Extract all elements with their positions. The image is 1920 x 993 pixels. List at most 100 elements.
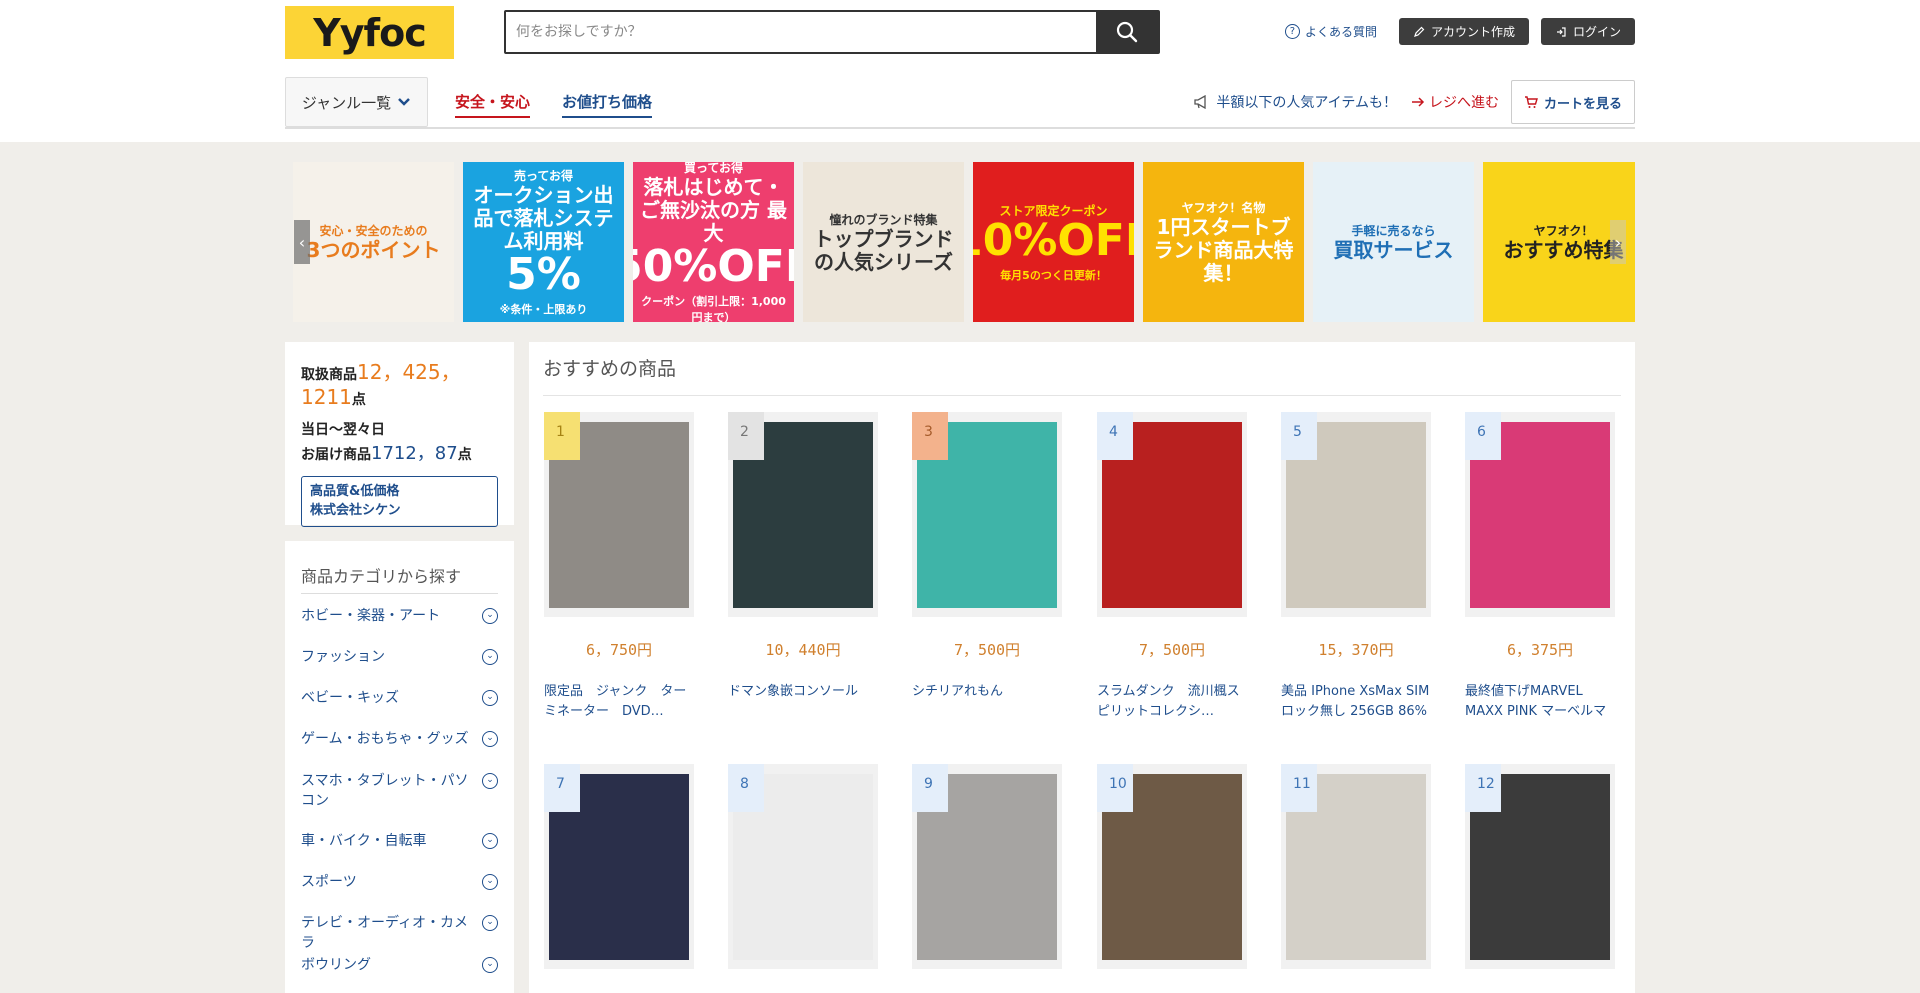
product-thumbnail[interactable]: 4 (1097, 412, 1247, 617)
chevron-down-icon: ⌄ (482, 957, 498, 973)
total-items-unit: 点 (351, 392, 366, 408)
banner-item[interactable]: ストア限定クーポン10%OFF毎月5のつく日更新！ (973, 162, 1134, 322)
banner-main-text: 3つのポイント (306, 238, 441, 262)
header-divider (285, 127, 1635, 129)
create-account-label: アカウント作成 (1430, 25, 1515, 39)
search-input[interactable] (506, 12, 1096, 52)
product-price: 10，440円 (765, 641, 841, 659)
category-item[interactable]: テレビ・オーディオ・カメラ ⌄ (301, 913, 498, 954)
category-label: ボウリング (301, 957, 371, 973)
product-thumbnail[interactable]: 8 (728, 764, 878, 969)
rank-badge: 8 (728, 764, 764, 812)
chevron-left-icon: ‹ (298, 232, 306, 252)
banner-big-text: 10%OFF (973, 214, 1134, 266)
checkout-link[interactable]: レジへ進む (1411, 92, 1499, 112)
carousel-prev-button[interactable]: ‹ (294, 220, 310, 264)
product-title[interactable]: スラムダンク 流川楓スピリットコレクシ… (1097, 682, 1247, 722)
product-card[interactable]: 9 (912, 764, 1062, 969)
tab-safety[interactable]: 安全・安心 (455, 91, 531, 118)
category-item[interactable]: ホビー・楽器・アート ⌄ (301, 606, 498, 626)
product-thumbnail[interactable]: 9 (912, 764, 1062, 969)
pencil-icon (1414, 26, 1425, 37)
banner-item[interactable]: 買ってお得落札はじめて・ご無沙汰の方 最大50%OFF クーポン（割引上限：1,0… (633, 162, 794, 322)
banner-item[interactable]: 手軽に売るなら 買取サービス (1313, 162, 1474, 322)
faq-link[interactable]: ? よくある質問 (1284, 23, 1377, 40)
product-title[interactable]: 限定品 ジャンク ターミネーター DVD… (544, 682, 694, 722)
category-sidebar: 商品カテゴリから探す ホビー・楽器・アート ⌄ ファッション ⌄ ベビー・キッズ ⌄ ゲーム… (285, 541, 514, 993)
stats-panel: 取扱商品12，425，1211点 当日〜翌々日 お届け商品1712，87点 高品… (285, 342, 514, 528)
login-button[interactable]: ログイン (1540, 18, 1635, 45)
product-card[interactable]: 12 (1465, 764, 1615, 969)
checkout-label: レジへ進む (1428, 95, 1499, 111)
category-label: 車・バイク・自転車 (301, 833, 427, 849)
logo-text: Yyfoc (313, 10, 426, 55)
category-label: ベビー・キッズ (301, 690, 399, 706)
category-item[interactable]: 車・バイク・自転車 ⌄ (301, 831, 498, 851)
rank-badge: 2 (728, 412, 764, 460)
rank-badge: 9 (912, 764, 948, 812)
create-account-button[interactable]: アカウント作成 (1398, 18, 1529, 45)
product-thumbnail[interactable]: 5 (1281, 412, 1431, 617)
category-label: スマホ・タブレット・パソコン (301, 773, 469, 810)
product-title[interactable]: 美品 IPhone XsMax SIMロック無し 256GB 86% (1281, 682, 1431, 722)
banner-item[interactable]: 安心・安全のための 3つのポイント (293, 162, 454, 322)
category-item[interactable]: スマホ・タブレット・パソコン ⌄ (301, 771, 498, 812)
site-header: Yyfoc ? よくある質問 アカウント作成 ログイン ジャンル一覧 (0, 0, 1920, 142)
product-card[interactable]: 10 (1097, 764, 1247, 969)
genre-dropdown[interactable]: ジャンル一覧 (285, 77, 428, 127)
rank-badge: 12 (1465, 764, 1501, 812)
banner-top-text: ヤフオク！ (1533, 224, 1594, 238)
question-icon: ? (1284, 24, 1300, 39)
product-title[interactable]: ドマン象嵌コンソール (728, 682, 878, 722)
cart-icon (1524, 96, 1538, 108)
tab-bargain-price[interactable]: お値打ち価格 (562, 91, 653, 118)
product-thumbnail[interactable]: 2 (728, 412, 878, 617)
banner-top-text: 手軽に売るなら (1351, 224, 1436, 238)
banner-sub-text: ※条件・上限あり (499, 303, 588, 316)
product-thumbnail[interactable]: 6 (1465, 412, 1615, 617)
nav-right: 半額以下の人気アイテムも！ レジへ進む カートを見る (1194, 77, 1635, 127)
company-link[interactable]: 高品質&低価格 株式会社シケン (301, 475, 498, 528)
rank-badge: 4 (1097, 412, 1133, 460)
product-card[interactable]: 5 15，370円 美品 IPhone XsMax SIMロック無し 256GB 8… (1281, 412, 1431, 722)
product-title[interactable]: シチリアれもん (912, 682, 1062, 722)
product-card[interactable]: 8 (728, 764, 878, 969)
delivery-label-line2: お届け商品 (301, 446, 371, 463)
product-thumbnail[interactable]: 3 (912, 412, 1062, 617)
product-card[interactable]: 3 7，500円 シチリアれもん (912, 412, 1062, 722)
promo-link[interactable]: 半額以下の人気アイテムも！ (1194, 92, 1397, 112)
category-item[interactable]: スポーツ ⌄ (301, 872, 498, 892)
product-card[interactable]: 4 7，500円スラムダンク 流川楓スピリットコレクシ… (1097, 412, 1247, 722)
search-button[interactable] (1096, 12, 1158, 52)
category-item[interactable]: ベビー・キッズ ⌄ (301, 688, 498, 708)
product-title[interactable]: 最終値下げMARVEL MAXX PINK マーベルマッ… (1465, 682, 1615, 722)
product-thumbnail[interactable]: 1 (544, 412, 694, 617)
product-thumbnail[interactable]: 7 (544, 764, 694, 969)
banner-sub-text: クーポン（割引上限：1,000円まで） (641, 295, 786, 322)
product-price: 7，500円 (1138, 641, 1206, 659)
chevron-right-icon: › (1614, 232, 1622, 252)
banner-item[interactable]: 売ってお得 オークション出品で落札システム利用料 5% ※条件・上限あり (463, 162, 624, 322)
logo[interactable]: Yyfoc (285, 6, 454, 59)
category-item[interactable]: ボウリング ⌄ (301, 955, 498, 975)
banner-item[interactable]: ヤフオク！名物 1円スタートブランド商品大特集！ (1143, 162, 1304, 322)
carousel-next-button[interactable]: › (1610, 220, 1626, 264)
product-thumbnail[interactable]: 11 (1281, 764, 1431, 969)
product-card[interactable]: 7 (544, 764, 694, 969)
view-cart-button[interactable]: カートを見る (1510, 80, 1635, 124)
product-thumbnail[interactable]: 10 (1097, 764, 1247, 969)
chevron-down-icon: ⌄ (482, 649, 498, 665)
rank-badge: 7 (544, 764, 580, 812)
banner-big-text: 5% (506, 249, 581, 300)
banner-top-text: 買ってお得 (683, 162, 744, 175)
product-card[interactable]: 6 6，375円最終値下げMARVEL MAXX PINK マーベルマッ… (1465, 412, 1615, 722)
product-thumbnail[interactable]: 12 (1465, 764, 1615, 969)
product-card[interactable]: 1 6，750円 限定品 ジャンク ターミネーター DVD… (544, 412, 694, 722)
product-card[interactable]: 11 (1281, 764, 1431, 969)
category-item[interactable]: ゲーム・おもちゃ・グッズ ⌄ (301, 729, 498, 749)
product-card[interactable]: 2 10，440円ドマン象嵌コンソール (728, 412, 878, 722)
category-item[interactable]: ファッション ⌄ (301, 647, 498, 667)
chevron-down-icon: ⌄ (482, 608, 498, 624)
banner-item[interactable]: 憧れのブランド特集 トップブランドの人気シリーズ (803, 162, 964, 322)
total-items-stat: 取扱商品12，425，1211点 (301, 356, 498, 409)
